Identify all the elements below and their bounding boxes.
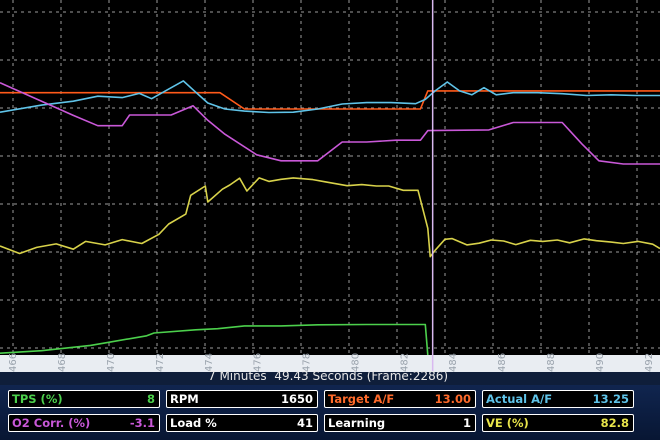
- gauge-label: O2 Corr. (%): [12, 416, 91, 430]
- gauge-cell: VE (%) 82.8: [482, 414, 634, 432]
- gauge-label: TPS (%): [12, 392, 63, 406]
- gauge-cell: Actual A/F 13.25: [482, 390, 634, 408]
- gauge-value: 13.00: [434, 392, 471, 406]
- x-tick-label: 468: [57, 353, 68, 372]
- frame-time-readout: 7 Minutes 49.43 Seconds (Frame:2286): [208, 369, 449, 383]
- gauge-label: Actual A/F: [486, 392, 553, 406]
- series-line-rpm: [0, 81, 660, 165]
- x-tick-label: 488: [546, 353, 557, 372]
- gauge-value: 82.8: [600, 416, 629, 430]
- gauge-label: Learning: [328, 416, 386, 430]
- x-tick-label: 470: [106, 353, 117, 372]
- datalog-chart[interactable]: 466 468 470 472 474 476 478 480 482 484 486 488 490 4…: [0, 0, 660, 372]
- x-tick-label: 486: [497, 353, 508, 372]
- gauge-label: VE (%): [486, 416, 529, 430]
- x-tick-label: 484: [448, 353, 459, 372]
- gauge-cell: Load % 41: [166, 414, 318, 432]
- series-line-load: [0, 177, 660, 258]
- chart-plot-area[interactable]: 466 468 470 472 474 476 478 480 482 484 486 488 490 4…: [0, 0, 660, 372]
- gauge-value: 1650: [280, 392, 313, 406]
- gauge-value: 1: [462, 416, 471, 430]
- gauge-label: Load %: [170, 416, 217, 430]
- gauge-label: RPM: [170, 392, 199, 406]
- gauge-label: Target A/F: [328, 392, 395, 406]
- gauge-value: -3.1: [129, 416, 155, 430]
- gauge-value: 13.25: [592, 392, 629, 406]
- x-tick-label: 466: [8, 353, 19, 372]
- gauge-cell: TPS (%) 8: [8, 390, 160, 408]
- gauge-cell: RPM 1650: [166, 390, 318, 408]
- series-line-tps: [0, 323, 429, 356]
- x-tick-label: 490: [595, 353, 606, 372]
- gauge-value: 8: [146, 392, 155, 406]
- series-lines: [0, 80, 660, 356]
- gauge-cell: Learning 1: [324, 414, 476, 432]
- gauge-value: 41: [296, 416, 313, 430]
- gauge-panel: TPS (%) 8 RPM 1650 Target A/F 13.00 Actual A/F…: [0, 385, 660, 440]
- x-tick-label: 492: [644, 353, 655, 372]
- gauge-cell: Target A/F 13.00: [324, 390, 476, 408]
- grid-lines: [0, 0, 660, 372]
- x-tick-label: 472: [155, 353, 166, 372]
- gauge-cell: O2 Corr. (%) -3.1: [8, 414, 160, 432]
